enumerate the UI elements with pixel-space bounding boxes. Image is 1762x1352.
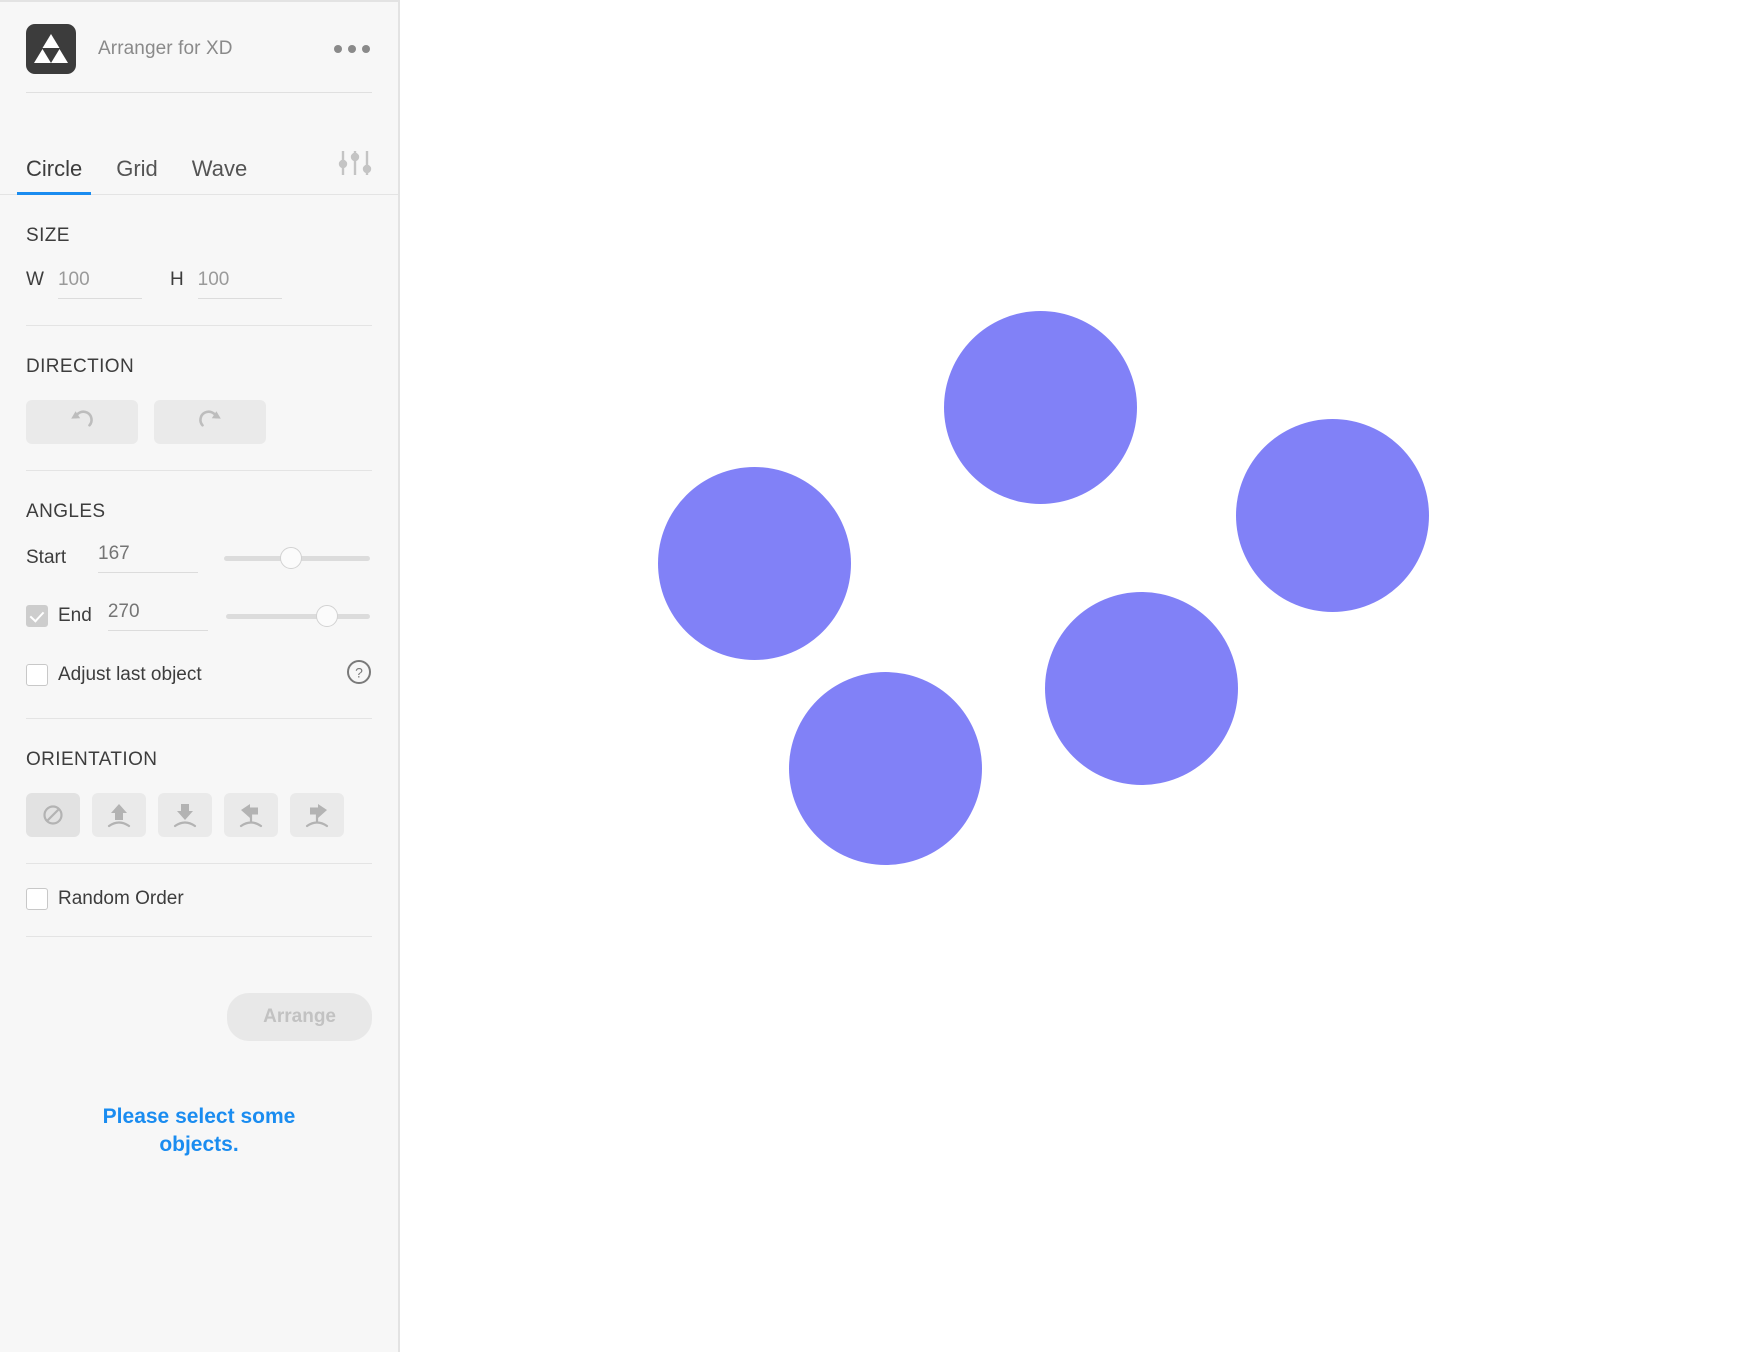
circle-5[interactable] [789, 672, 982, 865]
arrange-button-row: Arrange [0, 993, 398, 1041]
direction-section-title: DIRECTION [26, 356, 135, 377]
circle-4[interactable] [1045, 592, 1238, 785]
direction-angles-divider [26, 470, 372, 471]
random-order-label: Random Order [58, 888, 184, 909]
orientation-right-button[interactable] [290, 793, 344, 837]
plugin-window: Arranger for XD Circle Grid Wave SIZE W … [0, 0, 1762, 1352]
orientation-left-button[interactable] [224, 793, 278, 837]
height-field-group: H [170, 269, 282, 299]
width-input-wrap [57, 269, 142, 299]
tab-wave[interactable]: Wave [192, 158, 247, 194]
angles-orientation-divider [26, 718, 372, 719]
direction-section: DIRECTION [0, 356, 398, 470]
end-angle-row: End [26, 601, 372, 631]
orientation-section: ORIENTATION [0, 749, 398, 863]
start-slider-thumb[interactable] [280, 547, 303, 569]
question-mark-help-icon[interactable]: ? [346, 659, 372, 690]
end-angle-label: End [58, 605, 92, 626]
end-angle-checkbox[interactable] [26, 605, 48, 627]
height-input-wrap [197, 269, 282, 299]
start-angle-row: Start [26, 543, 372, 573]
tab-circle[interactable]: Circle [16, 158, 92, 195]
app-title: Arranger for XD [98, 38, 233, 59]
adjust-last-object-checkbox[interactable] [26, 663, 48, 686]
arrange-button[interactable]: Arrange [227, 993, 372, 1041]
orientation-down-button[interactable] [158, 793, 212, 837]
end-slider-track [225, 614, 370, 619]
direction-clockwise-button[interactable] [154, 400, 266, 444]
random-order-checkbox[interactable] [26, 888, 48, 910]
header-divider [26, 92, 372, 93]
arrow-down-orientation-icon [173, 804, 197, 828]
random-order-section: Random Order [0, 888, 398, 936]
arrow-up-orientation-icon [107, 804, 131, 828]
height-label: H [169, 269, 184, 290]
arranger-plugin-panel: Arranger for XD Circle Grid Wave SIZE W … [0, 0, 400, 1352]
circle-3[interactable] [658, 467, 851, 660]
start-angle-input[interactable] [98, 543, 198, 565]
rotate-clockwise-icon [199, 410, 221, 427]
end-angle-input[interactable] [107, 601, 208, 623]
orientation-up-button[interactable] [92, 793, 146, 837]
width-field-group: W [26, 269, 142, 299]
end-slider-thumb[interactable] [315, 605, 338, 627]
tab-grid[interactable]: Grid [116, 158, 158, 194]
svg-text:?: ? [355, 665, 363, 681]
no-orientation-icon [43, 805, 63, 825]
direction-counterclockwise-button[interactable] [26, 400, 138, 444]
angles-section-title: ANGLES [26, 501, 106, 522]
sierpinski-triangle-logo-icon [26, 24, 76, 74]
size-direction-divider [26, 325, 372, 326]
orientation-buttons-row [26, 793, 372, 837]
adjust-last-object-label: Adjust last object [58, 663, 202, 685]
height-input[interactable] [197, 269, 282, 291]
width-label: W [26, 269, 44, 290]
panel-header: Arranger for XD [0, 2, 398, 78]
random-order-row: Random Order [26, 888, 372, 910]
start-angle-slider[interactable] [224, 547, 370, 569]
orientation-none-button[interactable] [26, 793, 80, 837]
orientation-random-divider [26, 863, 372, 864]
adjust-last-object-row: Adjust last object ? [26, 659, 372, 690]
artboard-canvas[interactable] [400, 0, 1762, 1352]
orientation-section-title: ORIENTATION [26, 749, 158, 770]
width-input[interactable] [57, 269, 142, 291]
circle-1[interactable] [944, 311, 1137, 504]
circle-2[interactable] [1236, 419, 1429, 612]
size-section-title: SIZE [26, 225, 70, 246]
size-fields-row: W H [26, 269, 372, 299]
random-arrange-divider [26, 936, 372, 937]
rotate-counterclockwise-icon [71, 410, 93, 427]
more-options-ellipsis-icon[interactable] [334, 45, 370, 53]
size-section: SIZE W H [0, 225, 398, 325]
start-angle-label: Start [26, 547, 67, 568]
sliders-settings-icon[interactable] [338, 149, 372, 194]
end-angle-input-wrap [107, 601, 208, 631]
direction-buttons-row [26, 400, 372, 444]
end-angle-slider[interactable] [225, 605, 370, 627]
angles-section: ANGLES Start End [0, 501, 398, 718]
status-message: Please select some objects. [102, 1105, 296, 1157]
arrow-left-orientation-icon [239, 804, 263, 828]
tab-bar: Circle Grid Wave [0, 139, 398, 195]
arrow-right-orientation-icon [305, 804, 329, 828]
start-angle-input-wrap [98, 543, 198, 573]
